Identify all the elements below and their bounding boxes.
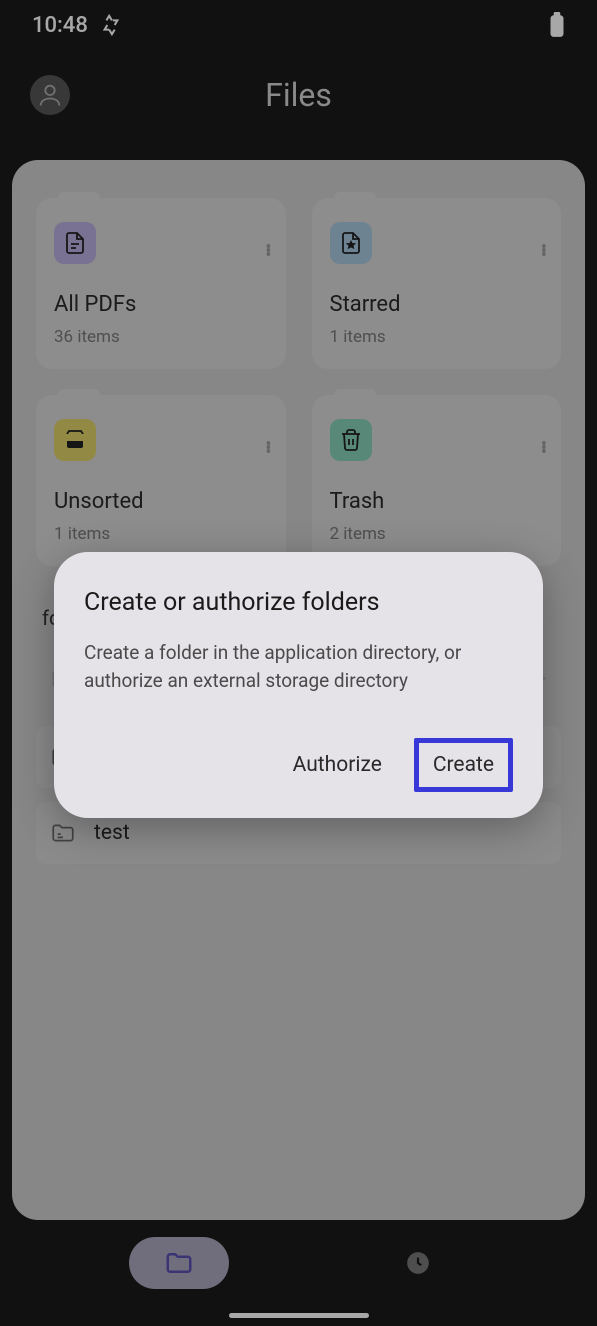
dialog-body: Create a folder in the application direc… <box>84 639 513 694</box>
dialog-title: Create or authorize folders <box>84 588 513 617</box>
dialog-actions: Authorize Create <box>84 738 513 792</box>
authorize-button[interactable]: Authorize <box>275 739 400 791</box>
create-authorize-dialog: Create or authorize folders Create a fol… <box>54 552 543 818</box>
create-button[interactable]: Create <box>414 738 513 792</box>
